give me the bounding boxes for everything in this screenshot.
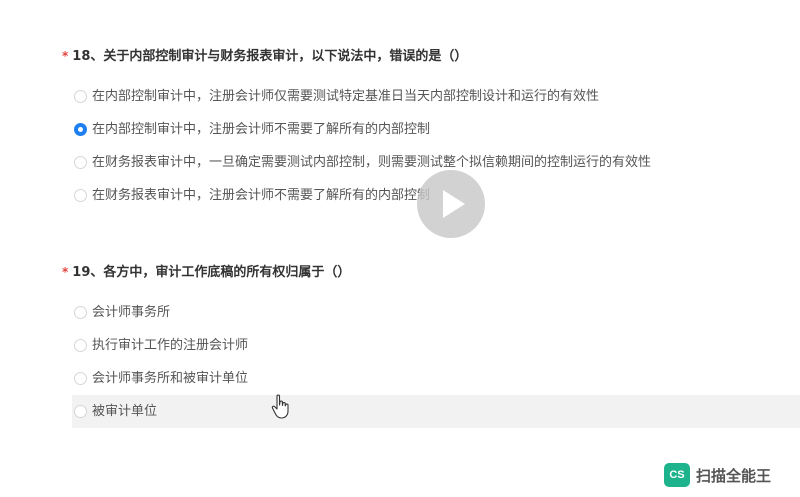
option-label: 会计师事务所和被审计单位: [92, 371, 249, 386]
camscanner-watermark: CS 扫描全能王: [664, 462, 771, 488]
radio-circle-icon[interactable]: [74, 405, 87, 418]
video-play-button[interactable]: [417, 170, 485, 238]
radio-circle-icon[interactable]: [74, 156, 87, 169]
question-19: * 19、各方中，审计工作底稿的所有权归属于（） 会计师事务所 执行审计工作的注册…: [62, 262, 800, 428]
option-radio[interactable]: 在内部控制审计中，注册会计师仅需要测试特定基准日当天内部控制设计和运行的有效性: [60, 80, 800, 113]
hand-cursor-icon: [271, 394, 289, 419]
option-label: 在财务报表审计中，一旦确定需要测试内部控制，则需要测试整个拟信赖期间的控制运行的…: [92, 155, 652, 170]
option-radio-hovered[interactable]: 被审计单位: [72, 395, 800, 428]
radio-circle-icon[interactable]: [74, 306, 87, 319]
option-label: 在内部控制审计中，注册会计师仅需要测试特定基准日当天内部控制设计和运行的有效性: [92, 89, 600, 104]
required-mark: *: [62, 49, 69, 63]
radio-checked-icon[interactable]: [74, 123, 87, 136]
option-radio[interactable]: 在财务报表审计中，一旦确定需要测试内部控制，则需要测试整个拟信赖期间的控制运行的…: [60, 146, 800, 179]
option-label: 执行审计工作的注册会计师: [92, 338, 249, 353]
option-radio[interactable]: 会计师事务所: [60, 296, 800, 329]
option-label: 被审计单位: [92, 404, 158, 419]
question-text: 18、关于内部控制审计与财务报表审计，以下说法中，错误的是（）: [72, 49, 468, 64]
question-title: * 18、关于内部控制审计与财务报表审计，以下说法中，错误的是（）: [62, 46, 800, 66]
question-title: * 19、各方中，审计工作底稿的所有权归属于（）: [62, 262, 800, 282]
radio-circle-icon[interactable]: [74, 372, 87, 385]
required-mark: *: [62, 265, 69, 279]
radio-circle-icon[interactable]: [74, 189, 87, 202]
camscanner-logo-icon: CS: [664, 463, 690, 487]
option-list: 会计师事务所 执行审计工作的注册会计师 会计师事务所和被审计单位 被审计单位: [62, 296, 800, 428]
option-radio-selected[interactable]: 在内部控制审计中，注册会计师不需要了解所有的内部控制: [60, 113, 800, 146]
play-icon: [443, 190, 465, 218]
radio-circle-icon[interactable]: [74, 90, 87, 103]
option-radio[interactable]: 会计师事务所和被审计单位: [60, 362, 800, 395]
option-label: 在内部控制审计中，注册会计师不需要了解所有的内部控制: [92, 122, 431, 137]
option-label: 会计师事务所: [92, 305, 171, 320]
question-text: 19、各方中，审计工作底稿的所有权归属于（）: [72, 265, 351, 280]
watermark-text: 扫描全能王: [696, 466, 772, 485]
option-label: 在财务报表审计中，注册会计师不需要了解所有的内部控制: [92, 188, 431, 203]
radio-circle-icon[interactable]: [74, 339, 87, 352]
option-radio[interactable]: 执行审计工作的注册会计师: [60, 329, 800, 362]
